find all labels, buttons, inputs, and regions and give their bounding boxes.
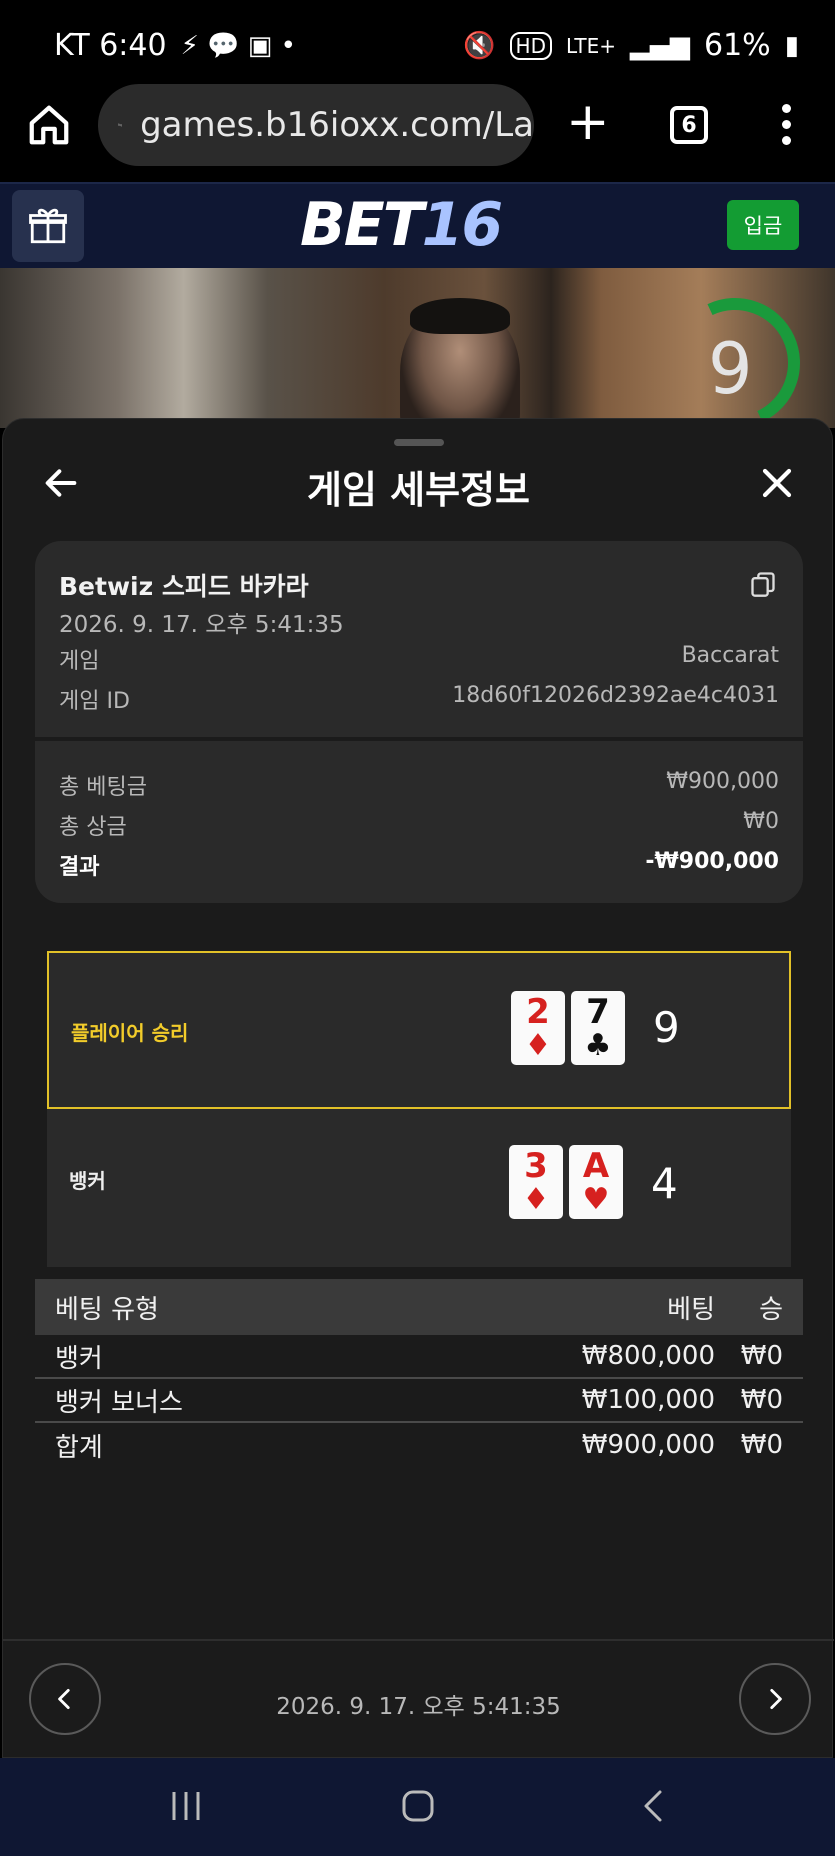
bet-type-cell: 합계 — [55, 1432, 103, 1463]
round-timestamp: 2026. 9. 17. 오후 5:41:35 — [276, 1694, 561, 1720]
mute-icon: 🔇 — [463, 30, 496, 61]
battery-percent: 61% — [704, 28, 771, 63]
game-info-top: Betwiz 스피드 바카라 2026. 9. 17. 오후 5:41:35 게… — [35, 541, 803, 737]
total-bet-value: ₩900,000 — [666, 769, 779, 794]
url-text: games.b16ioxx.com/La — [140, 105, 534, 145]
player-result: 플레이어 승리 2 ♦ 7 ♣ 9 — [47, 951, 791, 1109]
status-right: 🔇 HD LTE+ ▂▄▆ 61% ▮ — [463, 28, 799, 63]
drag-handle[interactable] — [394, 439, 444, 446]
game-type-value: Baccarat — [681, 643, 779, 668]
bet-amount-cell: ₩800,000 — [581, 1341, 715, 1371]
hd-icon: HD — [509, 31, 552, 60]
home-icon[interactable] — [26, 102, 72, 148]
dealer-hair — [410, 298, 510, 334]
total-prize-label: 총 상금 — [59, 815, 127, 840]
win-amount-cell: ₩0 — [740, 1385, 783, 1415]
header-bet-type: 베팅 유형 — [55, 1294, 159, 1325]
notification-icons: ⚡ 💬 ▣ • — [180, 30, 296, 61]
total-prize-row: 총 상금 ₩0 — [59, 809, 779, 841]
player-label: 플레이어 승리 — [71, 1021, 189, 1045]
player-score: 9 — [653, 1003, 680, 1052]
close-icon[interactable] — [759, 465, 795, 501]
card-divider — [35, 737, 803, 741]
status-left: KT 6:40 ⚡ 💬 ▣ • — [54, 28, 296, 63]
result-value: -₩900,000 — [645, 849, 779, 874]
win-amount-cell: ₩0 — [740, 1430, 783, 1460]
card-rank: 2 — [526, 992, 550, 1032]
chevron-right-icon — [770, 1688, 782, 1710]
bet-amount-cell: ₩900,000 — [581, 1430, 715, 1460]
banker-card-2: A ♥ — [569, 1145, 623, 1219]
bet-table: 베팅 유형 베팅 승 뱅커 ₩800,000 ₩0 뱅커 보너스 ₩100,00… — [35, 1279, 803, 1467]
player-card-1: 2 ♦ — [511, 991, 565, 1065]
banker-card-1: 3 ♦ — [509, 1145, 563, 1219]
table-row: 뱅커 보너스 ₩100,000 ₩0 — [35, 1379, 803, 1423]
table-row: 뱅커 ₩800,000 ₩0 — [35, 1335, 803, 1379]
deposit-button[interactable]: 입금 — [727, 200, 799, 250]
logo-text-main: BET — [300, 190, 424, 260]
player-card-2: 7 ♣ — [571, 991, 625, 1065]
result-row: 결과 -₩900,000 — [59, 849, 779, 881]
club-suit-icon: ♣ — [584, 1028, 612, 1063]
copy-icon[interactable] — [749, 569, 777, 599]
diamond-suit-icon: ♦ — [522, 1182, 550, 1217]
gift-icon — [29, 208, 67, 244]
header-win: 승 — [759, 1294, 783, 1325]
game-time: 2026. 9. 17. 오후 5:41:35 — [59, 612, 344, 638]
bet-type-cell: 뱅커 보너스 — [55, 1387, 183, 1418]
heart-suit-icon: ♥ — [582, 1182, 610, 1217]
next-round-button[interactable] — [739, 1663, 811, 1735]
address-bar[interactable]: games.b16ioxx.com/La — [98, 84, 534, 166]
system-nav-bar — [0, 1758, 835, 1856]
sheet-footer: 2026. 9. 17. 오후 5:41:35 — [3, 1639, 834, 1759]
site-logo[interactable]: BET16 — [300, 190, 503, 260]
game-detail-sheet: 게임 세부정보 Betwiz 스피드 바카라 2026. 9. 17. 오후 5… — [2, 418, 834, 1759]
bet-amount-cell: ₩100,000 — [581, 1385, 715, 1415]
result-label: 결과 — [59, 855, 100, 880]
banker-label: 뱅커 — [69, 1169, 106, 1193]
status-bar: KT 6:40 ⚡ 💬 ▣ • 🔇 HD LTE+ ▂▄▆ 61% ▮ — [0, 0, 835, 92]
card-rank: A — [582, 1146, 610, 1186]
card-rank: 7 — [586, 992, 610, 1032]
network-label: LTE+ — [566, 33, 616, 58]
logo-text-num: 16 — [421, 190, 503, 260]
more-menu-icon[interactable] — [780, 104, 792, 148]
game-id-label: 게임 ID — [59, 689, 130, 714]
signal-icon: ▂▄▆ — [630, 30, 690, 61]
total-bet-label: 총 베팅금 — [59, 775, 147, 800]
total-bet-row: 총 베팅금 ₩900,000 — [59, 769, 779, 801]
battery-icon: ▮ — [784, 30, 799, 61]
sheet-title: 게임 세부정보 — [307, 468, 530, 512]
carrier-time: KT 6:40 — [54, 28, 167, 63]
win-amount-cell: ₩0 — [740, 1341, 783, 1371]
home-nav-icon[interactable] — [400, 1788, 436, 1824]
header-bet: 베팅 — [667, 1294, 715, 1325]
game-id-row: 게임 ID 18d60f12026d2392ae4c4031 — [59, 683, 779, 715]
bet-type-cell: 뱅커 — [55, 1343, 103, 1374]
game-id-value: 18d60f12026d2392ae4c4031 — [452, 683, 779, 708]
live-video: 9 — [0, 268, 835, 428]
gift-button[interactable] — [12, 190, 84, 262]
game-type-row: 게임 Baccarat — [59, 643, 779, 675]
banker-result: 뱅커 3 ♦ A ♥ 4 — [47, 1109, 791, 1267]
back-nav-icon[interactable] — [636, 1788, 672, 1824]
countdown-number: 9 — [708, 328, 753, 410]
banker-score: 4 — [651, 1159, 678, 1208]
bet-table-header: 베팅 유형 베팅 승 — [35, 1279, 803, 1335]
tab-switcher-button[interactable]: 6 — [670, 106, 708, 144]
diamond-suit-icon: ♦ — [524, 1028, 552, 1063]
recent-apps-icon[interactable] — [168, 1788, 204, 1824]
site-header: BET16 입금 — [0, 182, 835, 268]
new-tab-icon[interactable]: + — [566, 96, 610, 148]
game-info-card: Betwiz 스피드 바카라 2026. 9. 17. 오후 5:41:35 게… — [35, 541, 803, 903]
table-total-row: 합계 ₩900,000 ₩0 — [35, 1423, 803, 1467]
total-prize-value: ₩0 — [743, 809, 779, 834]
card-rank: 3 — [524, 1146, 548, 1186]
game-type-label: 게임 — [59, 649, 100, 674]
site-settings-icon[interactable] — [118, 110, 122, 140]
game-title: Betwiz 스피드 바카라 — [59, 572, 309, 601]
browser-toolbar: games.b16ioxx.com/La + 6 — [0, 84, 835, 184]
